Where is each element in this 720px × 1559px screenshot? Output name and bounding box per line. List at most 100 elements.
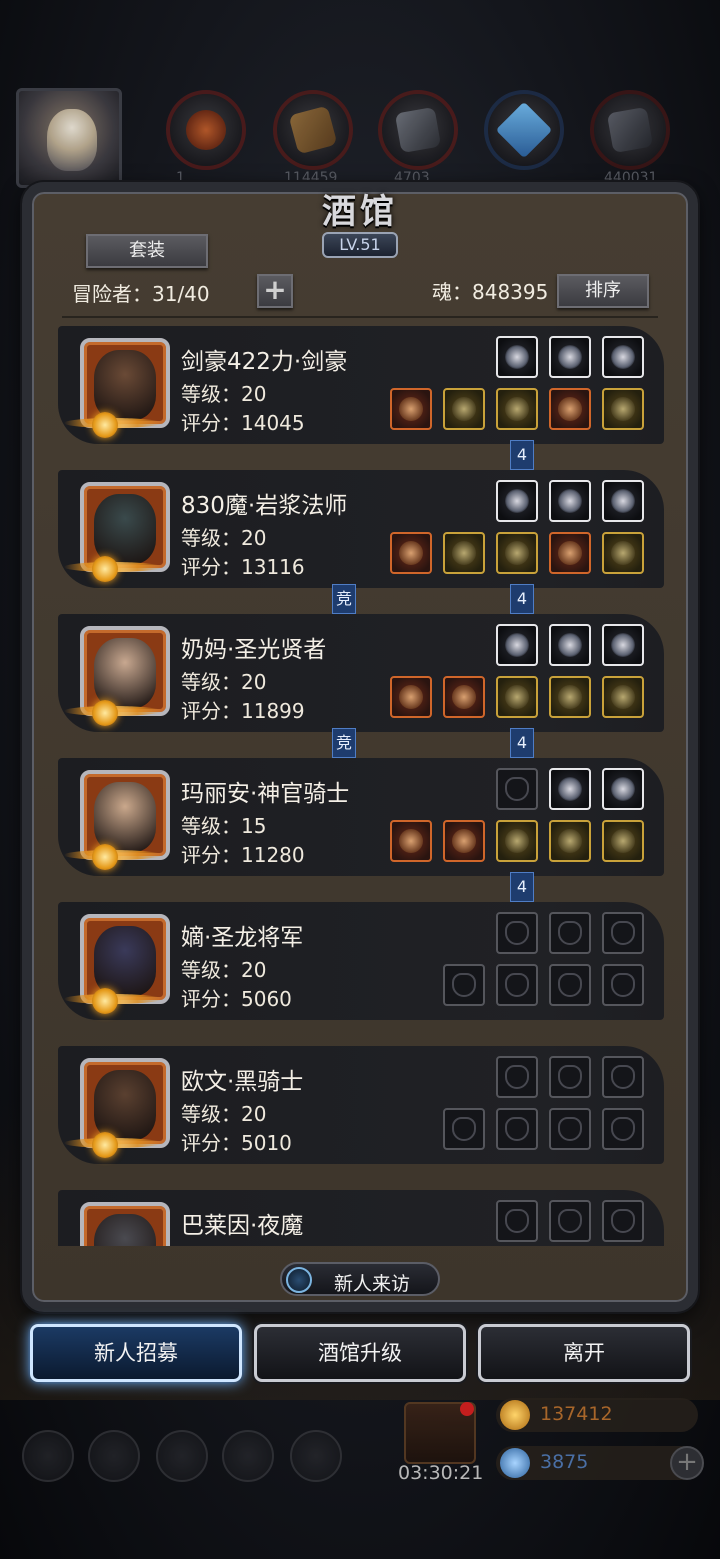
equipment-slot[interactable]	[443, 676, 485, 718]
gift-timer: 03:30:21	[398, 1462, 484, 1484]
resource-crystal-icon[interactable]	[484, 90, 564, 170]
skill-slot[interactable]	[549, 480, 591, 522]
hero-card[interactable]: 玛丽安·神官骑士 等级：15 评分：11280	[58, 758, 664, 876]
skill-slot[interactable]	[496, 1056, 538, 1098]
skill-slot[interactable]	[496, 768, 538, 810]
hero-avatar[interactable]	[80, 626, 170, 716]
hero-avatar[interactable]	[80, 482, 170, 572]
equipment-slot[interactable]	[496, 532, 538, 574]
equipment-slot[interactable]	[602, 964, 644, 1006]
hero-list[interactable]: 剑豪422力·剑豪 等级：20 评分：14045 830魔·岩浆法师 等级：20 评分：1…	[58, 326, 664, 1246]
equipment-slot[interactable]	[496, 388, 538, 430]
hero-name: 玛丽安·神官骑士	[181, 781, 350, 807]
hero-avatar[interactable]	[80, 1202, 170, 1246]
equipment-slot[interactable]	[602, 388, 644, 430]
skill-slot[interactable]	[496, 624, 538, 666]
hero-name: 剑豪422力·剑豪	[181, 349, 348, 375]
equipment-slot[interactable]	[390, 676, 432, 718]
hero-score: 评分：11899	[181, 699, 305, 723]
equipment-slot[interactable]	[549, 1108, 591, 1150]
book-icon[interactable]	[156, 1430, 208, 1482]
skill-slot[interactable]	[602, 480, 644, 522]
hero-avatar[interactable]	[80, 914, 170, 1004]
hero-card[interactable]: 巴莱因·夜魔	[58, 1190, 664, 1246]
skill-slot[interactable]	[549, 624, 591, 666]
skill-slot[interactable]	[549, 768, 591, 810]
hero-level: 等级：20	[181, 958, 267, 982]
link-count-tag: 4	[510, 584, 534, 614]
equipment-slot[interactable]	[443, 532, 485, 574]
hero-name: 嫡·圣龙将军	[181, 925, 304, 951]
skill-slot[interactable]	[496, 480, 538, 522]
notification-dot	[460, 1402, 474, 1416]
resource-steel-icon[interactable]	[590, 90, 670, 170]
hero-card[interactable]: 奶妈·圣光贤者 等级：20 评分：11899	[58, 614, 664, 732]
skill-slot[interactable]	[602, 1200, 644, 1242]
skill-slot[interactable]	[602, 336, 644, 378]
hero-card[interactable]: 欧文·黑骑士 等级：20 评分：5010	[58, 1046, 664, 1164]
skill-slot[interactable]	[602, 768, 644, 810]
gold-coin-icon	[500, 1400, 530, 1430]
equipment-slot[interactable]	[602, 676, 644, 718]
equipment-slot[interactable]	[443, 964, 485, 1006]
equipment-slot[interactable]	[549, 532, 591, 574]
skill-slot[interactable]	[549, 336, 591, 378]
skill-slot[interactable]	[549, 1200, 591, 1242]
suit-button[interactable]: 套装	[86, 234, 208, 268]
equipment-slot[interactable]	[602, 820, 644, 862]
equipment-slot[interactable]	[549, 964, 591, 1006]
link-count-tag: 4	[510, 728, 534, 758]
hero-face	[94, 1214, 156, 1246]
equipment-slot[interactable]	[496, 1108, 538, 1150]
gold-value: 137412	[540, 1403, 613, 1425]
equipment-slot[interactable]	[496, 964, 538, 1006]
resource-wood-icon[interactable]	[273, 90, 353, 170]
equipment-slot[interactable]	[443, 388, 485, 430]
arena-tag: 竞	[332, 584, 356, 614]
hero-score: 评分：13116	[181, 555, 305, 579]
player-portrait[interactable]	[16, 88, 122, 188]
skill-slot[interactable]	[549, 1056, 591, 1098]
hero-avatar[interactable]	[80, 1058, 170, 1148]
mail-icon[interactable]	[222, 1430, 274, 1482]
hero-avatar[interactable]	[80, 338, 170, 428]
settings-gear-icon[interactable]	[22, 1430, 74, 1482]
sort-button[interactable]: 排序	[557, 274, 649, 308]
recruit-button[interactable]: 新人招募	[30, 1324, 242, 1382]
equipment-slot[interactable]	[496, 676, 538, 718]
skill-slot[interactable]	[496, 336, 538, 378]
equipment-slot[interactable]	[602, 532, 644, 574]
hero-card[interactable]: 剑豪422力·剑豪 等级：20 评分：14045	[58, 326, 664, 444]
equipment-slot[interactable]	[443, 1108, 485, 1150]
leave-button[interactable]: 离开	[478, 1324, 690, 1382]
hero-level: 等级：20	[181, 1102, 267, 1126]
add-currency-button[interactable]: +	[670, 1446, 704, 1480]
skill-slot[interactable]	[602, 1056, 644, 1098]
equipment-slot[interactable]	[602, 1108, 644, 1150]
equipment-slot[interactable]	[390, 532, 432, 574]
skill-slot[interactable]	[496, 912, 538, 954]
rank-emblem-icon	[92, 700, 118, 726]
add-slot-button[interactable]: +	[257, 274, 293, 308]
hero-card[interactable]: 830魔·岩浆法师 等级：20 评分：13116	[58, 470, 664, 588]
skill-slot[interactable]	[602, 624, 644, 666]
equipment-slot[interactable]	[549, 820, 591, 862]
visit-button[interactable]: 新人来访	[280, 1262, 440, 1296]
skill-slot[interactable]	[496, 1200, 538, 1242]
equipment-slot[interactable]	[549, 676, 591, 718]
equipment-slot[interactable]	[390, 388, 432, 430]
equipment-slot[interactable]	[443, 820, 485, 862]
tavern-upgrade-button[interactable]: 酒馆升级	[254, 1324, 466, 1382]
hero-avatar[interactable]	[80, 770, 170, 860]
resource-meat-icon[interactable]	[166, 90, 246, 170]
equipment-slot[interactable]	[496, 820, 538, 862]
skill-slot[interactable]	[602, 912, 644, 954]
rank-emblem-icon	[92, 988, 118, 1014]
hero-card[interactable]: 嫡·圣龙将军 等级：20 评分：5060	[58, 902, 664, 1020]
equipment-slot[interactable]	[549, 388, 591, 430]
star-icon[interactable]	[88, 1430, 140, 1482]
skill-slot[interactable]	[549, 912, 591, 954]
equipment-slot[interactable]	[390, 820, 432, 862]
handshake-icon[interactable]	[290, 1430, 342, 1482]
resource-iron-icon[interactable]	[378, 90, 458, 170]
